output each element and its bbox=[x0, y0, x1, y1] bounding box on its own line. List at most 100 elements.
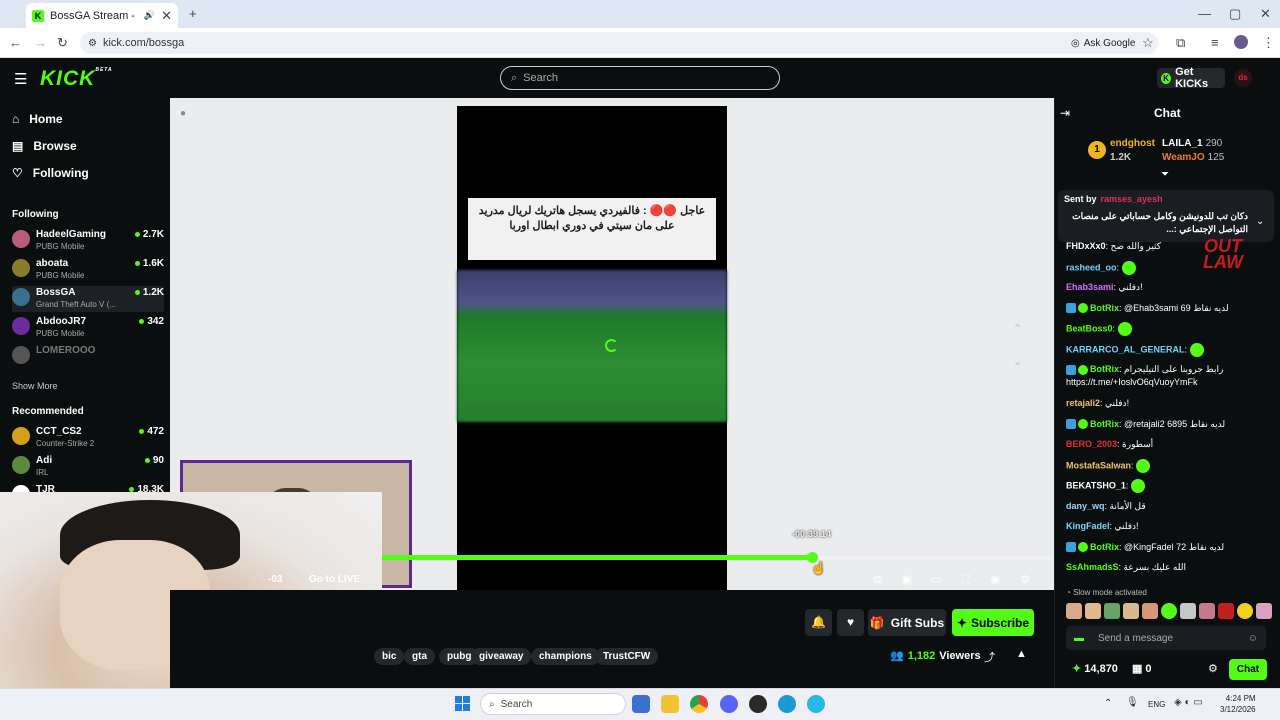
chat-username[interactable]: KARRARCO_AL_GENERAL bbox=[1066, 344, 1185, 354]
chat-message[interactable]: KingFadel: دفلني! bbox=[1066, 520, 1271, 533]
audio-icon[interactable]: 🔊 bbox=[144, 10, 155, 21]
emote-10[interactable] bbox=[1237, 603, 1253, 619]
chat-message[interactable]: retajali2: دفلني! bbox=[1066, 397, 1271, 410]
network-volume-battery-icons[interactable]: ◈ ◐ ▭ bbox=[1174, 697, 1203, 708]
subscribe-button[interactable]: ✦ Subscribe bbox=[952, 609, 1034, 636]
emote-1[interactable] bbox=[1066, 603, 1082, 619]
discord-icon[interactable] bbox=[720, 695, 738, 713]
tag-trustcfw[interactable]: TrustCFW bbox=[595, 648, 659, 665]
chat-username[interactable]: BotRix bbox=[1090, 419, 1119, 429]
tag-giveaway[interactable]: giveaway bbox=[471, 648, 532, 665]
ask-google-button[interactable]: ◎ Ask Google bbox=[1066, 34, 1140, 52]
following-channel[interactable]: HadeelGaming PUBG Mobile 2.7K bbox=[12, 228, 164, 254]
chrome-menu-icon[interactable]: ⋮ bbox=[1262, 35, 1275, 51]
expand-pinned-icon[interactable]: ⌄ bbox=[1256, 216, 1264, 227]
close-tab-icon[interactable]: ✕ bbox=[161, 8, 172, 24]
collapse-chat-icon[interactable]: ⇥ bbox=[1060, 106, 1070, 120]
chat-message[interactable]: BotRix: @retajali2 6895 لديه نقاط bbox=[1066, 418, 1271, 431]
notification-bell-button[interactable]: 🔔 bbox=[805, 609, 832, 636]
windows-start-icon[interactable] bbox=[455, 696, 470, 711]
recommended-channel[interactable]: CCT_CS2 Counter-Strike 2 472 bbox=[12, 425, 164, 451]
emote-7[interactable] bbox=[1180, 603, 1196, 619]
theater-mode-icon[interactable]: ▭ bbox=[928, 572, 944, 588]
nav-following[interactable]: ♡ Following bbox=[12, 166, 89, 180]
tray-chevron-icon[interactable]: ⌃ bbox=[1104, 698, 1112, 709]
chat-message[interactable]: FHDxXx0: كثير والله صح bbox=[1066, 240, 1271, 253]
kick-logo[interactable]: KICKBETA bbox=[40, 67, 113, 91]
emote-4[interactable] bbox=[1123, 603, 1139, 619]
tag-gta[interactable]: gta bbox=[404, 648, 435, 665]
chat-message[interactable]: Ehab3sami: دفلني! bbox=[1066, 281, 1271, 294]
settings-gear-icon[interactable]: ⚙ bbox=[1017, 572, 1033, 588]
nav-browse[interactable]: ▤ Browse bbox=[12, 139, 77, 153]
taskbar-search[interactable]: ⌕ Search bbox=[480, 693, 626, 715]
search-input[interactable]: ⌕ Search bbox=[500, 66, 780, 90]
recommended-channel[interactable]: Adi IRL 90 bbox=[12, 454, 164, 480]
chat-username[interactable]: FHDxXx0 bbox=[1066, 241, 1106, 251]
emote-bar[interactable] bbox=[1066, 603, 1272, 619]
speed-icon[interactable]: ◉ bbox=[987, 572, 1003, 588]
chat-message[interactable]: BERO_2003: أسطورة bbox=[1066, 438, 1271, 451]
emote-3[interactable] bbox=[1104, 603, 1120, 619]
close-window-icon[interactable]: ✕ bbox=[1260, 6, 1271, 22]
chat-message[interactable]: BeatBoss0: bbox=[1066, 322, 1271, 336]
emote-2[interactable] bbox=[1085, 603, 1101, 619]
chat-message-input[interactable]: ▬ Send a message ☺ bbox=[1066, 626, 1266, 650]
chat-username[interactable]: Ehab3sami bbox=[1066, 282, 1114, 292]
chat-message[interactable]: BotRix: رابط جروبنا على التيليجرام https… bbox=[1066, 363, 1271, 389]
input-language[interactable]: ENG bbox=[1148, 700, 1165, 709]
chat-filter-icon[interactable]: ⏷ bbox=[1161, 169, 1169, 180]
profile-avatar[interactable] bbox=[1234, 35, 1248, 49]
chat-username[interactable]: retajali2 bbox=[1066, 398, 1100, 408]
chat-username[interactable]: BERO_2003 bbox=[1066, 439, 1117, 449]
chat-username[interactable]: rasheed_oo bbox=[1066, 262, 1117, 272]
chat-message[interactable]: SsAhmadsS: الله عليك بسرعة bbox=[1066, 561, 1271, 574]
emote-9[interactable] bbox=[1218, 603, 1234, 619]
share-icon[interactable]: ⤴ bbox=[984, 649, 995, 665]
minimize-icon[interactable]: — bbox=[1198, 6, 1211, 21]
user-avatar[interactable]: ds bbox=[1234, 69, 1252, 87]
following-channel[interactable]: LOMEROOO bbox=[12, 344, 164, 370]
kicks-balance[interactable]: ✦ 14,870 bbox=[1072, 662, 1118, 675]
clip-icon[interactable]: ▣ bbox=[899, 572, 915, 588]
nav-home[interactable]: ⌂ Home bbox=[12, 112, 63, 126]
forward-icon[interactable]: → bbox=[34, 35, 47, 50]
chat-username[interactable]: MostafaSalwan bbox=[1066, 460, 1131, 470]
chat-username[interactable]: BeatBoss0 bbox=[1066, 323, 1113, 333]
emote-11[interactable] bbox=[1256, 603, 1272, 619]
emote-5[interactable] bbox=[1142, 603, 1158, 619]
fullscreen-icon[interactable]: ⛶ bbox=[958, 572, 974, 588]
chat-username[interactable]: BotRix bbox=[1090, 542, 1119, 552]
extensions-icon[interactable]: ⧉ bbox=[1176, 35, 1185, 51]
pinned-message[interactable]: Sent by ramses_ayesh دكان تب للدونيشن وكا… bbox=[1058, 190, 1274, 242]
maximize-icon[interactable]: ▢ bbox=[1229, 6, 1241, 22]
chat-message[interactable]: BotRix: @KingFadel 72 لديه نقاط bbox=[1066, 541, 1271, 554]
tag-champions[interactable]: champions bbox=[531, 648, 600, 665]
get-kicks-button[interactable]: K Get KICKs bbox=[1157, 66, 1225, 90]
following-channel[interactable]: AbdooJR7 PUBG Mobile 342 bbox=[12, 315, 164, 341]
obs-icon[interactable] bbox=[749, 695, 767, 713]
bookmark-star-icon[interactable]: ☆ bbox=[1142, 35, 1154, 51]
following-channel[interactable]: aboata PUBG Mobile 1.6K bbox=[12, 257, 164, 283]
miniplayer-icon[interactable]: ⧉ bbox=[870, 572, 886, 588]
go-to-live-button[interactable]: Go to LIVE bbox=[309, 574, 360, 585]
chrome-icon[interactable] bbox=[690, 695, 708, 713]
emoji-icon[interactable]: ☺ bbox=[1248, 633, 1258, 644]
chat-message[interactable]: MostafaSalwan: bbox=[1066, 458, 1271, 473]
back-icon[interactable]: ← bbox=[9, 35, 22, 50]
chat-username[interactable]: SsAhmadsS bbox=[1066, 562, 1119, 572]
tag-bic[interactable]: bic bbox=[374, 648, 405, 665]
follow-heart-button[interactable]: ♥ bbox=[837, 609, 864, 636]
chat-message[interactable]: rasheed_oo: bbox=[1066, 260, 1271, 275]
show-more-link[interactable]: Show More bbox=[12, 381, 58, 391]
gifts-balance[interactable]: ▦ 0 bbox=[1132, 662, 1152, 675]
new-tab-icon[interactable]: + bbox=[189, 6, 197, 21]
scroll-down-icon[interactable]: ⌄ bbox=[1013, 355, 1022, 368]
emote-6[interactable] bbox=[1161, 603, 1177, 619]
reload-icon[interactable]: ↻ bbox=[57, 35, 68, 51]
file-explorer-icon[interactable] bbox=[661, 695, 679, 713]
app-icon-1[interactable] bbox=[778, 695, 796, 713]
chat-message[interactable]: BotRix: @Ehab3sami 69 لديه نقاط bbox=[1066, 302, 1271, 315]
chat-username[interactable]: dany_wq bbox=[1066, 501, 1105, 511]
chat-username[interactable]: KingFadel bbox=[1066, 521, 1110, 531]
